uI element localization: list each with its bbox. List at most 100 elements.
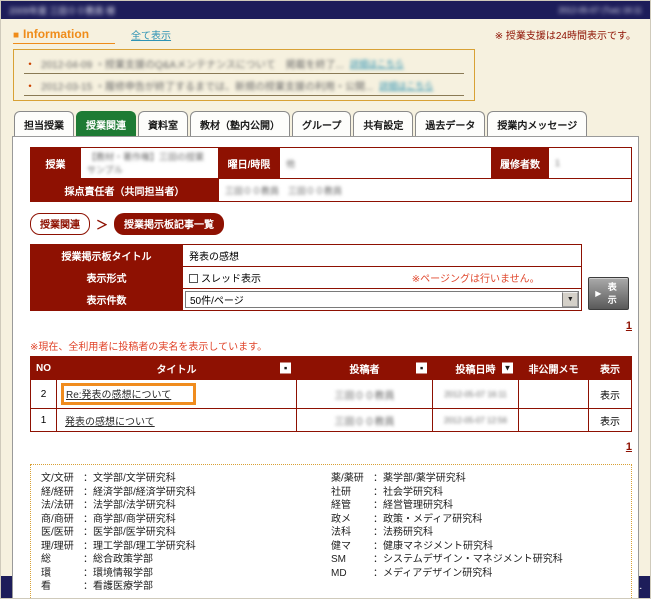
breadcrumb-parent[interactable]: 授業関連 [30, 213, 90, 235]
logged-in-user: 2009年度 三田００教員 様 [9, 4, 115, 17]
legend-item: 環：環境情報学部 [41, 567, 331, 581]
info-item-link[interactable]: 詳細はこちら [379, 79, 433, 92]
page-number-link[interactable]: 1 [626, 320, 632, 332]
information-section: ■Information 全て表示 ※ 授業支援は24時間表示です。 ・ 201… [1, 19, 650, 105]
play-icon: ▶ [595, 289, 601, 298]
col-date: 投稿日時▼ [433, 357, 519, 380]
post-row: 2 Re:発表の感想について 三田００教員 2012-05-07 16:11 表… [31, 380, 632, 409]
main-panel: 授業 【教材・著作権】三田の授業サンプル 曜日/時限 他 履修者数 1 採点責任… [12, 136, 639, 599]
legend-item: 医/医研：医学部/医学研究科 [41, 526, 331, 540]
titlebar: 2009年度 三田００教員 様 2012-05-07 (Tue) 16:11 [1, 1, 650, 19]
col-author: 投稿者■ [297, 357, 433, 380]
legend-item: 経管：経営管理研究科 [331, 499, 621, 513]
tab-course-messages[interactable]: 授業内メッセージ [487, 111, 587, 136]
current-datetime: 2012-05-07 (Tue) 16:11 [558, 6, 642, 15]
tab-share-settings[interactable]: 共有設定 [353, 111, 413, 136]
board-settings: 授業掲示板タイトル 発表の感想 表示形式 スレッド表示 ※ページングは行いません… [30, 244, 629, 311]
sort-author-icon[interactable]: ■ [416, 363, 427, 374]
information-box: ・ 2012-04-09 ・授業支援のQ&Aメンテナンスについて 掲載を終了..… [13, 49, 475, 101]
legend-item: 健マ：健康マネジメント研究科 [331, 540, 621, 554]
post-author: 三田００教員 [335, 417, 395, 428]
lms-page: 2009年度 三田００教員 様 2012-05-07 (Tue) 16:11 ■… [0, 0, 651, 599]
tab-library[interactable]: 資料室 [138, 111, 188, 136]
legend-item: MD：メディアデザイン研究科 [331, 567, 621, 581]
legend-item: SM：システムデザイン・マネジメント研究科 [331, 553, 621, 567]
legend-item: 商/商研：商学部/商学研究科 [41, 513, 331, 527]
info-item-text: 2012-04-09 ・授業支援のQ&Aメンテナンスについて 掲載を終了... [41, 56, 344, 71]
enrolled-value: 1 [555, 158, 560, 168]
highlight-box: Re:発表の感想について [61, 383, 196, 405]
thread-view-label: スレッド表示 [201, 274, 261, 285]
grader-value: 三田００教員 三田００教員 [225, 186, 342, 196]
post-view-link[interactable]: 表示 [589, 409, 632, 432]
support-hours-notice: ※ 授業支援は24時間表示です。 [495, 27, 640, 42]
information-item: ・ 2012-03-15 ・履修申告が終了するまでは、新規の授業支援の利用・公開… [24, 74, 464, 96]
col-title: タイトル■ [57, 357, 297, 380]
posts-header-row: NO タイトル■ 投稿者■ 投稿日時▼ 非公開メモ 表示 [31, 357, 632, 380]
enrolled-label: 履修者数 [492, 148, 549, 179]
board-settings-table: 授業掲示板タイトル 発表の感想 表示形式 スレッド表示 ※ページングは行いません… [30, 244, 582, 311]
sort-title-icon[interactable]: ■ [280, 363, 291, 374]
schedule-value: 他 [286, 159, 295, 169]
pagination-bottom: 1 [30, 437, 632, 455]
board-title-label: 授業掲示板タイトル [31, 245, 183, 267]
legend-item: 社研：社会学研究科 [331, 486, 621, 500]
col-view: 表示 [589, 357, 632, 380]
breadcrumb-current: 授業掲示板記事一覧 [114, 213, 224, 235]
legend-left-column: 文/文研：文学部/文学研究科 経/経研：経済学部/経済学研究科 法/法研：法学部… [41, 472, 331, 594]
information-title: ■Information [13, 27, 115, 44]
legend-item: 文/文研：文学部/文学研究科 [41, 472, 331, 486]
post-no: 1 [31, 409, 57, 432]
post-view-link[interactable]: 表示 [589, 380, 632, 409]
tab-groups[interactable]: グループ [292, 111, 351, 136]
post-date: 2012-05-07 16:11 [444, 390, 507, 399]
course-info-table: 授業 【教材・著作権】三田の授業サンプル 曜日/時限 他 履修者数 1 採点責任… [30, 147, 632, 202]
posts-table: NO タイトル■ 投稿者■ 投稿日時▼ 非公開メモ 表示 2 Re:発表の感想に… [30, 356, 632, 432]
pagination-top: 1 [30, 316, 632, 334]
faculty-legend: 文/文研：文学部/文学研究科 経/経研：経済学部/経済学研究科 法/法研：法学部… [30, 464, 632, 599]
thread-view-checkbox[interactable] [189, 274, 198, 283]
legend-item: 法/法研：法学部/法学研究科 [41, 499, 331, 513]
post-memo [519, 409, 589, 432]
page-size-select[interactable]: 50件/ページ ▼ [185, 291, 579, 308]
info-item-text: 2012-03-15 ・履修申告が終了するまでは、新規の授業支援の利用・公開..… [41, 78, 373, 93]
breadcrumb-separator-icon: ＞ [96, 216, 108, 233]
post-date: 2012-05-07 12:56 [444, 416, 507, 425]
bullet-icon: ・ [24, 82, 36, 90]
bullet-icon: ・ [24, 60, 36, 68]
info-item-link[interactable]: 詳細はこちら [350, 57, 404, 70]
board-title-value: 発表の感想 [183, 245, 582, 267]
show-button[interactable]: ▶表示 [588, 277, 629, 310]
course-label: 授業 [31, 148, 81, 179]
post-no: 2 [31, 380, 57, 409]
display-count-label: 表示件数 [31, 289, 183, 311]
square-bullet-icon: ■ [13, 30, 19, 41]
tab-bar: 担当授業 授業関連 資料室 教材（塾内公開） グループ 共有設定 過去データ 授… [1, 105, 650, 136]
tab-materials[interactable]: 教材（塾内公開） [190, 111, 290, 136]
legend-item: 政メ：政策・メディア研究科 [331, 513, 621, 527]
chevron-down-icon[interactable]: ▼ [562, 292, 578, 307]
sort-date-desc-icon[interactable]: ▼ [502, 363, 513, 374]
grader-label: 採点責任者（共同担当者） [31, 179, 219, 202]
legend-item: 薬/薬研：薬学部/薬学研究科 [331, 472, 621, 486]
paging-note: ※ページングは行いません。 [412, 274, 540, 285]
page-size-value: 50件/ページ [186, 292, 562, 307]
col-no: NO [31, 357, 57, 380]
course-name-value: 【教材・著作権】三田の授業サンプル [87, 152, 204, 175]
schedule-label: 曜日/時限 [219, 148, 280, 179]
tab-past-data[interactable]: 過去データ [415, 111, 485, 136]
realname-note: ※現在、全利用者に投稿者の実名を表示しています。 [30, 338, 629, 353]
information-item: ・ 2012-04-09 ・授業支援のQ&Aメンテナンスについて 掲載を終了..… [24, 52, 464, 74]
post-row: 1 発表の感想について 三田００教員 2012-05-07 12:56 表示 [31, 409, 632, 432]
tab-my-courses[interactable]: 担当授業 [14, 111, 74, 136]
show-all-link[interactable]: 全て表示 [131, 27, 171, 42]
tab-course-related[interactable]: 授業関連 [76, 111, 136, 136]
page-number-link[interactable]: 1 [626, 441, 632, 453]
legend-item: 法科：法務研究科 [331, 526, 621, 540]
breadcrumb: 授業関連 ＞ 授業掲示板記事一覧 [30, 213, 629, 235]
display-format-label: 表示形式 [31, 267, 183, 289]
post-title-link[interactable]: Re:発表の感想について [66, 390, 171, 401]
legend-item: 理/理研：理工学部/理工学研究科 [41, 540, 331, 554]
post-title-link[interactable]: 発表の感想について [65, 417, 155, 428]
legend-item: 総：総合政策学部 [41, 553, 331, 567]
